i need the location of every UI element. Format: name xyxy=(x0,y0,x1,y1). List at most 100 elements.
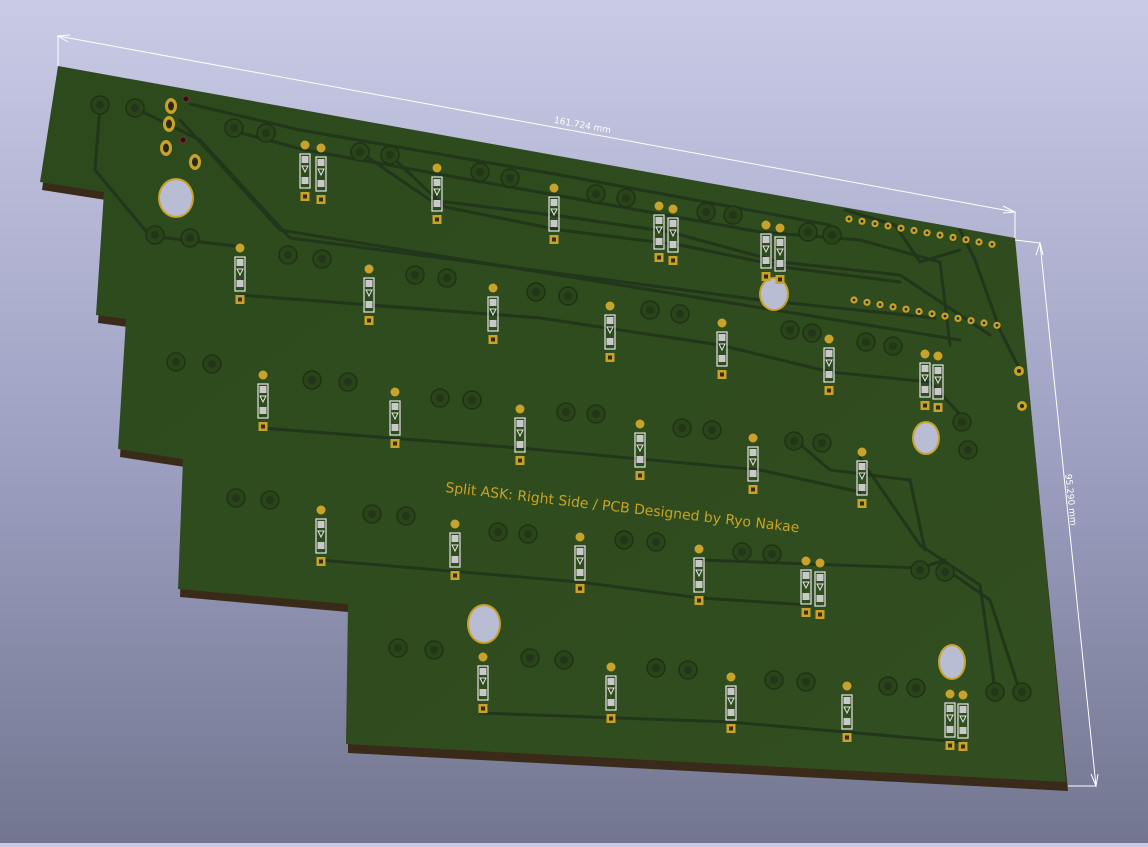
3d-viewer-canvas[interactable]: 161.724 mm 95.290 mm Split ASK: Right Si… xyxy=(0,0,1148,843)
diode-pad-top xyxy=(958,690,968,700)
diode-pad-hole xyxy=(453,573,457,578)
diode-pad-hole xyxy=(764,274,768,279)
switch-pad-hole xyxy=(532,288,540,296)
diode-smd-pad xyxy=(802,593,810,600)
diode-pad-hole xyxy=(609,716,613,721)
diode-pad-hole xyxy=(671,258,675,263)
diode-pad-hole xyxy=(827,388,831,393)
switch-pad-hole xyxy=(592,410,600,418)
diode-pad-top xyxy=(726,672,736,682)
diode-smd-pad xyxy=(749,449,757,456)
header-pin-hole xyxy=(956,317,960,320)
diode-smd-pad xyxy=(776,239,784,246)
jack-pad-hole xyxy=(166,119,172,129)
diode-pad-top xyxy=(857,447,867,457)
diode-smd-pad xyxy=(576,548,584,555)
diode-smd-pad xyxy=(762,257,770,264)
diode-pad-hole xyxy=(518,458,522,463)
switch-pad-hole xyxy=(818,439,826,447)
diode-pad-hole xyxy=(697,598,701,603)
switch-pad-hole xyxy=(386,151,394,159)
diode-smd-pad xyxy=(259,407,267,414)
switch-pad-hole xyxy=(526,654,534,662)
diode-pad-top xyxy=(654,201,664,211)
switch-pad-hole xyxy=(862,338,870,346)
jack-pad-hole xyxy=(168,101,174,111)
diode-smd-pad xyxy=(946,726,954,733)
diode-smd-pad xyxy=(606,338,614,345)
switch-pad-hole xyxy=(318,255,326,263)
diode-smd-pad xyxy=(655,238,663,245)
diode-smd-pad xyxy=(749,470,757,477)
diode-pad-hole xyxy=(720,372,724,377)
switch-pad-hole xyxy=(702,208,710,216)
pcb-render: 161.724 mm 95.290 mm Split ASK: Right Si… xyxy=(40,34,1099,791)
switch-pad-hole xyxy=(208,360,216,368)
diode-pad-top xyxy=(450,519,460,529)
diode-pad-hole xyxy=(491,337,495,342)
diode-pad-top xyxy=(842,681,852,691)
diode-smd-pad xyxy=(365,280,373,287)
diode-smd-pad xyxy=(236,280,244,287)
header-pin-hole xyxy=(847,217,851,221)
switch-pad-hole xyxy=(916,566,924,574)
switch-pad-hole xyxy=(729,211,737,219)
header-pin-hole xyxy=(852,298,856,302)
diode-smd-pad xyxy=(946,705,954,712)
diode-pad-top xyxy=(364,264,374,274)
header-pin-hole xyxy=(886,224,890,228)
dimension-height-label: 95.290 mm xyxy=(1062,473,1077,526)
switch-pad-hole xyxy=(284,251,292,259)
diode-pad-hole xyxy=(729,726,733,731)
switch-pad-hole xyxy=(828,231,836,239)
header-pin-hole xyxy=(969,319,973,323)
switch-pad-hole xyxy=(494,528,502,536)
mounting-hole xyxy=(160,180,192,216)
diode-pad-top xyxy=(945,689,955,699)
diode-smd-pad xyxy=(843,697,851,704)
switch-pad-hole xyxy=(172,358,180,366)
jack-pad-hole xyxy=(163,143,169,153)
diode-pad-top xyxy=(801,556,811,566)
diode-smd-pad xyxy=(802,572,810,579)
diode-pad-top xyxy=(694,544,704,554)
switch-pad-hole xyxy=(411,271,419,279)
diode-pad-top xyxy=(575,532,585,542)
switch-pad-hole xyxy=(912,684,920,692)
diode-smd-pad xyxy=(776,260,784,267)
header-pin-hole xyxy=(878,303,882,306)
dimension-width-label: 161.724 mm xyxy=(553,116,611,136)
switch-pad-hole xyxy=(622,194,630,202)
diode-pad-hole xyxy=(657,255,661,260)
jack-pad-hole xyxy=(192,157,198,167)
switch-pad-hole xyxy=(430,646,438,654)
diode-pad-hole xyxy=(552,237,556,242)
switch-pad-hole xyxy=(402,512,410,520)
switch-pad-hole xyxy=(308,376,316,384)
mounting-hole xyxy=(469,606,499,642)
switch-pad-hole xyxy=(678,424,686,432)
switch-pad-hole xyxy=(436,394,444,402)
switch-pad-hole xyxy=(790,437,798,445)
switch-pad-hole xyxy=(958,418,966,426)
diode-pad-top xyxy=(300,140,310,150)
diode-pad-top xyxy=(515,404,525,414)
switch-pad-hole xyxy=(738,548,746,556)
diode-pad-hole xyxy=(961,744,965,749)
diode-pad-hole xyxy=(948,743,952,748)
header-pin-hole xyxy=(904,307,908,311)
diode-smd-pad xyxy=(762,236,770,243)
diode-smd-pad xyxy=(317,180,325,187)
switch-pad-hole xyxy=(356,148,364,156)
diode-pad-top xyxy=(432,163,442,173)
switch-pad-hole xyxy=(646,306,654,314)
header-pin-hole xyxy=(990,242,994,246)
diode-smd-pad xyxy=(825,371,833,378)
diode-smd-pad xyxy=(636,435,644,442)
jack-hole xyxy=(179,136,187,144)
diode-smd-pad xyxy=(816,574,824,581)
switch-pad-hole xyxy=(564,292,572,300)
diode-pad-top xyxy=(775,223,785,233)
header-pin-hole xyxy=(930,312,934,316)
diode-smd-pad xyxy=(317,542,325,549)
